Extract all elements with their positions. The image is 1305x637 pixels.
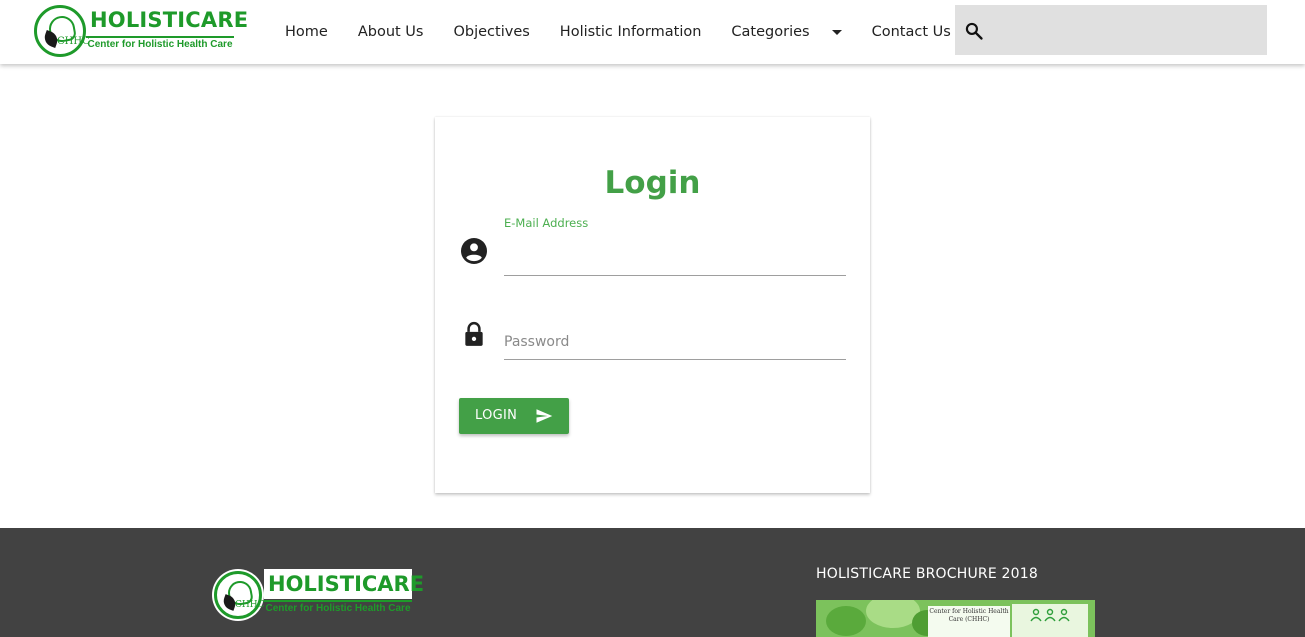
password-input[interactable] xyxy=(504,327,846,357)
footer: CHHC HOLISTICARE Center for Holistic Hea… xyxy=(0,528,1305,637)
holisticare-logo[interactable]: CHHC HOLISTICARE Center for Holistic Hea… xyxy=(34,5,248,57)
logo-monogram: CHHC xyxy=(57,36,90,47)
nav-contact-us-label: Contact Us xyxy=(871,24,951,40)
footer-holisticare-logo[interactable]: CHHC HOLISTICARE Center for Holistic Hea… xyxy=(212,569,424,621)
nav-home[interactable]: Home xyxy=(270,24,343,40)
email-field: E-Mail Address xyxy=(504,216,846,276)
nav-about-us[interactable]: About Us xyxy=(343,24,439,40)
nav-holistic-information-label: Holistic Information xyxy=(559,24,702,40)
logo-emblem-icon: CHHC xyxy=(34,5,90,57)
lock-icon xyxy=(465,321,483,346)
login-title: Login xyxy=(604,165,701,201)
main-nav: Home About Us Objectives Holistic Inform… xyxy=(270,0,966,64)
brochure-cover-text: Center for Holistic Health Care (CHHC) xyxy=(929,608,1009,623)
caret-down-icon xyxy=(831,29,842,35)
logo-tagline: Center for Holistic Health Care xyxy=(86,36,234,50)
people-group-icon xyxy=(1030,608,1070,622)
brochure-leaf-art xyxy=(826,606,866,636)
nav-holistic-information[interactable]: Holistic Information xyxy=(545,24,717,40)
nav-objectives-label: Objectives xyxy=(453,24,530,40)
send-icon xyxy=(536,409,553,423)
nav-home-label: Home xyxy=(285,24,328,40)
search-bar xyxy=(955,5,1267,55)
nav-categories-label: Categories xyxy=(731,24,810,40)
email-label: E-Mail Address xyxy=(504,216,589,230)
nav-categories-dropdown[interactable]: Categories xyxy=(716,24,856,40)
nav-objectives[interactable]: Objectives xyxy=(438,24,544,40)
search-icon[interactable] xyxy=(964,21,984,41)
footer-logo-monogram: CHHC xyxy=(235,600,265,610)
email-underline xyxy=(504,275,846,276)
search-input[interactable] xyxy=(997,5,1262,55)
footer-logo-emblem-icon: CHHC xyxy=(214,571,265,619)
login-card: Login E-Mail Address LOGIN xyxy=(435,117,870,493)
nav-about-us-label: About Us xyxy=(357,24,424,40)
password-underline xyxy=(504,359,846,360)
top-navbar: CHHC HOLISTICARE Center for Holistic Hea… xyxy=(0,0,1305,64)
email-input[interactable] xyxy=(504,240,846,274)
logo-brand-text: HOLISTICARE xyxy=(90,8,249,32)
brochure-heading: HOLISTICARE BROCHURE 2018 xyxy=(816,566,1038,582)
login-button[interactable]: LOGIN xyxy=(459,398,569,434)
account-circle-icon xyxy=(461,238,487,264)
footer-logo-brand-text: HOLISTICARE xyxy=(268,572,425,596)
password-field xyxy=(504,322,846,360)
brochure-thumbnail[interactable]: Center for Holistic Health Care (CHHC) xyxy=(816,600,1095,637)
login-button-label: LOGIN xyxy=(475,408,518,423)
nav-contact-us[interactable]: Contact Us xyxy=(857,24,966,40)
footer-logo-tagline: Center for Holistic Health Care xyxy=(264,600,412,614)
